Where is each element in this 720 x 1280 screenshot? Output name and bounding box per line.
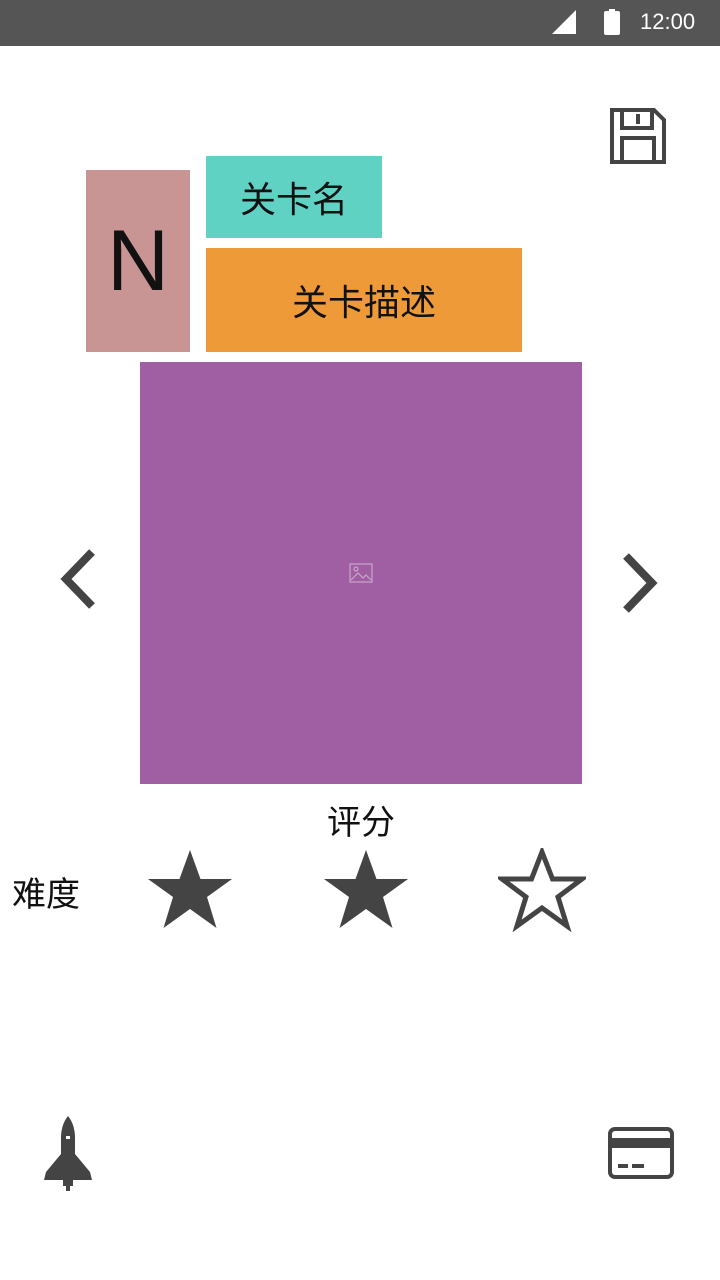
level-description-field[interactable]: 关卡描述	[206, 248, 522, 352]
save-button[interactable]	[606, 104, 670, 168]
rocket-icon	[44, 1116, 92, 1191]
difficulty-star-3[interactable]	[498, 848, 586, 932]
level-preview-image[interactable]	[140, 362, 582, 784]
difficulty-star-1[interactable]	[146, 848, 234, 932]
launch-level-button[interactable]	[40, 1114, 96, 1194]
status-bar: 12:00	[0, 0, 720, 46]
level-letter-badge: N	[86, 170, 190, 352]
credit-card-icon	[608, 1127, 674, 1179]
difficulty-label: 难度	[12, 875, 80, 915]
rating-title: 评分	[327, 803, 395, 843]
star-filled-icon	[148, 850, 232, 928]
floppy-disk-icon	[610, 108, 666, 164]
chevron-left-icon	[60, 549, 95, 609]
difficulty-star-2[interactable]	[322, 848, 410, 932]
level-name-field[interactable]: 关卡名	[206, 156, 382, 238]
star-outline-icon	[498, 848, 586, 932]
next-level-button[interactable]	[616, 550, 664, 616]
image-placeholder-icon	[349, 563, 373, 583]
chevron-right-icon	[623, 553, 658, 613]
previous-level-button[interactable]	[54, 546, 102, 612]
battery-icon	[604, 9, 620, 35]
card-button[interactable]	[606, 1124, 676, 1182]
cell-signal-icon	[552, 10, 576, 34]
star-filled-icon	[324, 850, 408, 928]
level-editor-screen: 12:00 N 关卡名 关卡描述 评分 难度	[0, 0, 720, 1280]
status-time: 12:00	[640, 9, 696, 34]
